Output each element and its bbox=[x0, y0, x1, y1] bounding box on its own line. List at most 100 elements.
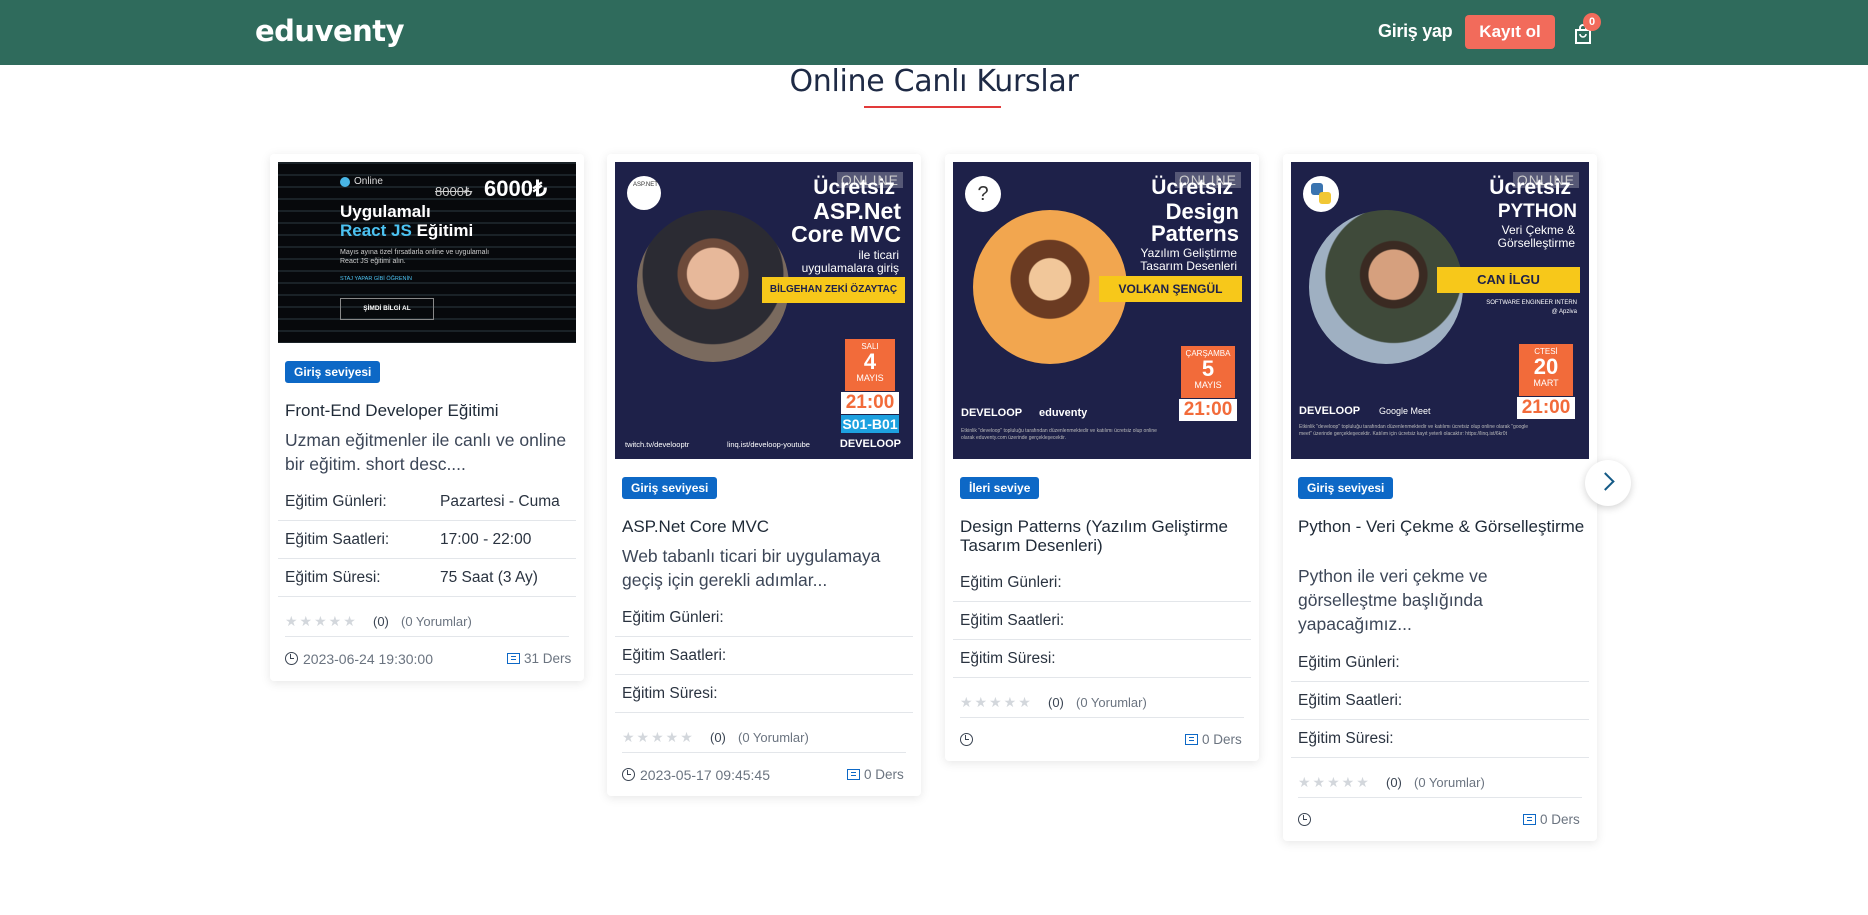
banner-title-line2: React JS Eğitimi bbox=[340, 221, 473, 241]
course-card-1[interactable]: Online 8000₺ 6000₺ Uygulamalı React JS E… bbox=[270, 154, 584, 681]
banner-free-label: Ücretsiz bbox=[1151, 176, 1233, 199]
course-card-2[interactable]: ASP.NET ONLINE Ücretsiz ASP.Net Core MVC… bbox=[607, 154, 921, 796]
training-days-row: Eğitim Günleri: bbox=[953, 564, 1251, 602]
training-hours-label: Eğitim Saatleri: bbox=[960, 612, 1065, 629]
training-hours-row: Eğitim Saatleri: bbox=[615, 637, 913, 675]
training-duration-label: Eğitim Süresi: bbox=[285, 569, 381, 586]
login-link[interactable]: Giriş yap bbox=[1378, 21, 1453, 42]
training-duration-label: Eğitim Süresi: bbox=[960, 650, 1056, 667]
banner-heading-line2: Patterns bbox=[1150, 221, 1239, 246]
training-days-row: Eğitim Günleri: Pazartesi - Cuma bbox=[278, 483, 576, 521]
event-time: 21:00 bbox=[1179, 399, 1237, 421]
course-date: 2023-05-17 09:45:45 bbox=[640, 767, 770, 783]
level-badge: İleri seviye bbox=[960, 477, 1040, 499]
twitch-link: twitch.tv/develooptr bbox=[625, 440, 690, 449]
question-mark-icon: ? bbox=[965, 176, 1001, 212]
star-rating: ★★★★★ bbox=[960, 694, 1033, 710]
training-days-label: Eğitim Günleri: bbox=[960, 574, 1062, 591]
instructor-name-bar: CAN İLGU bbox=[1437, 267, 1580, 293]
eduventy-brand: eduventy bbox=[1039, 407, 1088, 419]
course-title[interactable]: ASP.Net Core MVC bbox=[622, 517, 912, 536]
training-hours-row: Eğitim Saatleri: bbox=[1291, 682, 1589, 720]
banner-sub-line2: Görselleştirme bbox=[1497, 236, 1575, 250]
google-meet-brand: Google Meet bbox=[1379, 406, 1431, 416]
training-duration-row: Eğitim Süresi: 75 Saat (3 Ay) bbox=[278, 559, 576, 597]
course-banner-react[interactable]: Online 8000₺ 6000₺ Uygulamalı React JS E… bbox=[278, 162, 576, 343]
review-count: (0 Yorumlar) bbox=[1414, 775, 1485, 790]
lesson-count: 0 Ders bbox=[847, 767, 904, 782]
youtube-link: linq.ist/develoop-youtube bbox=[727, 440, 810, 449]
banner-title-highlight: React JS bbox=[340, 221, 412, 240]
banner-sub-line2: Tasarım Desenleri bbox=[1140, 259, 1237, 273]
course-title[interactable]: Front-End Developer Eğitimi bbox=[285, 401, 575, 420]
banner-title-line1: Uygulamalı bbox=[340, 202, 431, 221]
course-banner-aspnet[interactable]: ASP.NET ONLINE Ücretsiz ASP.Net Core MVC… bbox=[615, 162, 913, 459]
book-icon bbox=[1185, 734, 1198, 745]
training-hours-label: Eğitim Saatleri: bbox=[622, 647, 727, 664]
site-logo[interactable]: eduventy bbox=[255, 14, 405, 48]
banner-heading-line1: Design bbox=[1165, 199, 1239, 224]
banner-heading-line2: Core MVC bbox=[791, 221, 901, 247]
card-footer-divider bbox=[622, 752, 906, 753]
level-badge: Giriş seviyesi bbox=[285, 361, 381, 383]
banner-free-label: Ücretsiz bbox=[813, 176, 895, 199]
lesson-count-text: 0 Ders bbox=[864, 767, 904, 782]
lesson-count: 0 Ders bbox=[1185, 732, 1242, 747]
course-card-3[interactable]: ? ONLINE Ücretsiz Design Patterns Yazılı… bbox=[945, 154, 1259, 761]
training-duration-row: Eğitim Süresi: bbox=[1291, 720, 1589, 758]
banner-heading-line1: PYTHON bbox=[1497, 201, 1577, 222]
training-days-row: Eğitim Günleri: bbox=[615, 599, 913, 637]
card-footer-divider bbox=[960, 717, 1244, 718]
course-title[interactable]: Python - Veri Çekme & Görselleştirme bbox=[1298, 517, 1588, 536]
event-date-box: SALI 4 MAYIS bbox=[845, 339, 895, 391]
star-rating: ★★★★★ bbox=[1298, 774, 1371, 790]
clock-icon bbox=[622, 768, 635, 781]
level-badge: Giriş seviyesi bbox=[622, 477, 718, 499]
clock-icon bbox=[285, 652, 298, 665]
develoop-brand: DEVELOOP bbox=[1299, 405, 1361, 417]
training-duration-value: 75 Saat (3 Ay) bbox=[440, 569, 538, 586]
carousel-next-button[interactable] bbox=[1585, 460, 1631, 506]
training-duration-row: Eğitim Süresi: bbox=[953, 640, 1251, 678]
training-duration-row: Eğitim Süresi: bbox=[615, 675, 913, 713]
card-footer-divider bbox=[1298, 797, 1582, 798]
event-date-box: CTESİ 20 MART bbox=[1519, 344, 1573, 396]
course-banner-python[interactable]: ONLINE Ücretsiz PYTHON Veri Çekme & Görs… bbox=[1291, 162, 1589, 459]
review-count: (0 Yorumlar) bbox=[1076, 695, 1147, 710]
event-note: Etkinlik "develoop" topluluğu tarafından… bbox=[961, 428, 1157, 441]
course-title[interactable]: Design Patterns (Yazılım Geliştirme Tasa… bbox=[960, 517, 1250, 555]
course-card-4[interactable]: ONLINE Ücretsiz PYTHON Veri Çekme & Görs… bbox=[1283, 154, 1597, 841]
book-icon bbox=[1523, 814, 1536, 825]
training-days-row: Eğitim Günleri: bbox=[1291, 644, 1589, 682]
banner-online-tag: Online bbox=[354, 176, 383, 187]
banner-cta-button: ŞİMDİ BİLGİ AL bbox=[340, 298, 434, 320]
lesson-count: 31 Ders bbox=[507, 651, 571, 666]
python-logo-icon bbox=[1303, 176, 1339, 212]
register-button[interactable]: Kayıt ol bbox=[1465, 15, 1555, 49]
section-title: Online Canlı Kurslar bbox=[789, 64, 1079, 99]
training-hours-value: 17:00 - 22:00 bbox=[440, 531, 532, 548]
event-month: MART bbox=[1533, 378, 1559, 388]
event-month: MAYIS bbox=[856, 373, 884, 383]
top-navbar: eduventy Giriş yap Kayıt ol 0 bbox=[0, 0, 1868, 65]
review-count: (0 Yorumlar) bbox=[401, 614, 472, 629]
course-description: Uzman eğitmenler ile canlı ve online bir… bbox=[285, 430, 567, 474]
aspnet-logo-text: ASP.NET bbox=[633, 182, 658, 188]
lesson-count-text: 0 Ders bbox=[1540, 812, 1580, 827]
lesson-count: 0 Ders bbox=[1523, 812, 1580, 827]
training-duration-label: Eğitim Süresi: bbox=[1298, 730, 1394, 747]
level-badge: Giriş seviyesi bbox=[1298, 477, 1394, 499]
star-rating: ★★★★★ bbox=[285, 613, 358, 629]
book-icon bbox=[847, 769, 860, 780]
banner-description: Mayıs ayına özel fırsatlarla online ve u… bbox=[340, 249, 490, 265]
banner-heading-line1: ASP.Net bbox=[813, 198, 901, 224]
clock-icon bbox=[960, 733, 973, 746]
training-days-value: Pazartesi - Cuma bbox=[440, 493, 560, 510]
instructor-company: @ Apziva bbox=[1551, 309, 1577, 315]
banner-price: 6000₺ bbox=[484, 176, 547, 201]
develoop-brand: DEVELOOP bbox=[839, 438, 901, 450]
book-icon bbox=[507, 653, 520, 664]
training-hours-label: Eğitim Saatleri: bbox=[285, 531, 390, 548]
course-banner-design-patterns[interactable]: ? ONLINE Ücretsiz Design Patterns Yazılı… bbox=[953, 162, 1251, 459]
card-footer-divider bbox=[285, 636, 569, 637]
